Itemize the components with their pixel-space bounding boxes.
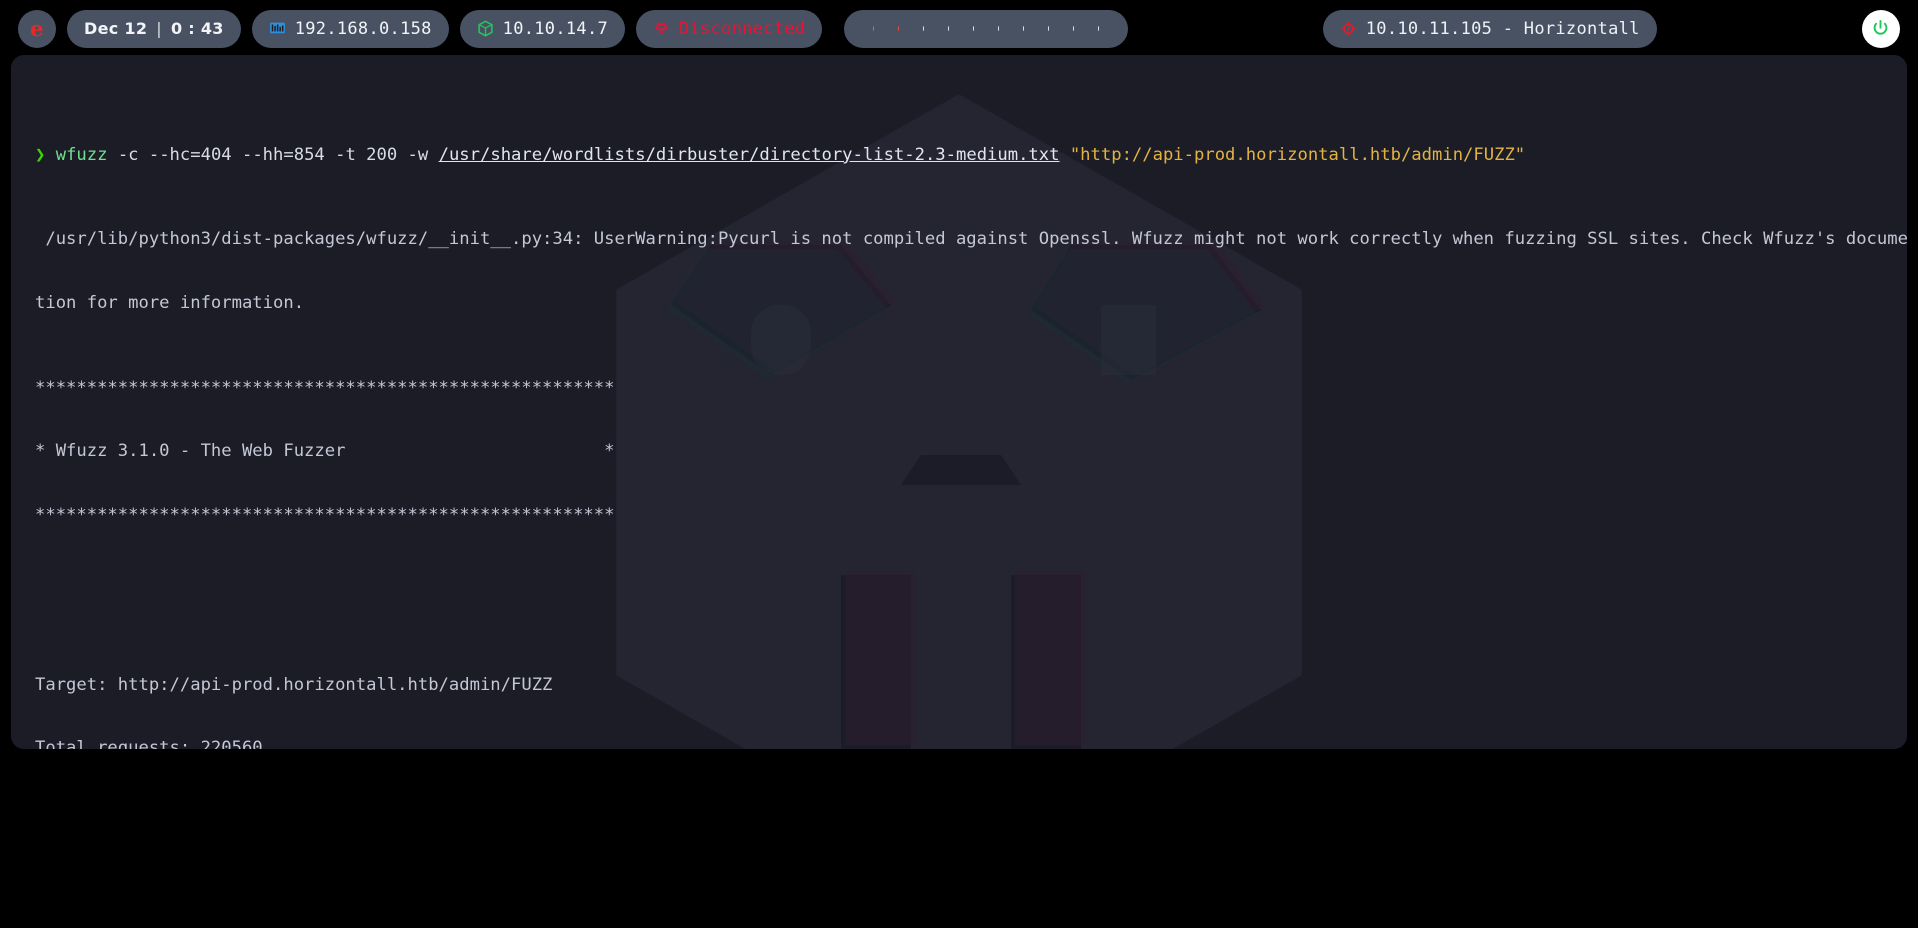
target-machine-label: 10.10.11.105 - Horizontall	[1366, 19, 1640, 39]
workspace-dot-7[interactable]	[1023, 26, 1024, 31]
power-icon	[1871, 19, 1890, 38]
workspace-dot-10[interactable]	[1098, 26, 1099, 31]
command-target-url: "http://api-prod.horizontall.htb/admin/F…	[1059, 145, 1525, 165]
clock-time: 0 : 43	[171, 19, 224, 38]
vpn-ip-label: 10.10.14.7	[503, 19, 608, 39]
warning-line-1: /usr/lib/python3/dist-packages/wfuzz/__i…	[35, 229, 1883, 250]
target-line: Target: http://api-prod.horizontall.htb/…	[35, 675, 1883, 696]
target-machine-widget[interactable]: 10.10.11.105 - Horizontall	[1323, 10, 1657, 48]
clock-separator: |	[147, 19, 171, 38]
plug-icon	[653, 20, 670, 37]
workspace-dot-3[interactable]	[923, 26, 924, 31]
vpn-status-label: Disconnected	[679, 19, 805, 39]
distro-logo-icon: e	[30, 16, 44, 41]
command-flags: -c --hc=404 --hh=854 -t 200 -w	[107, 145, 438, 165]
warning-line-2: tion for more information.	[35, 293, 1883, 314]
workspace-dot-8[interactable]	[1048, 26, 1049, 31]
crosshair-icon	[1340, 20, 1357, 37]
workspace-dot-6[interactable]	[998, 26, 999, 31]
prompt-arrow: ❯	[35, 145, 45, 165]
terminal-output: ❯ wfuzz -c --hc=404 --hh=854 -t 200 -w /…	[11, 55, 1907, 749]
box-icon	[477, 20, 494, 37]
command-line: ❯ wfuzz -c --hc=404 --hh=854 -t 200 -w /…	[35, 145, 1883, 166]
clock-date: Dec 12	[84, 19, 147, 38]
workspace-dot-4[interactable]	[948, 26, 949, 31]
local-ip-label: 192.168.0.158	[295, 19, 432, 39]
workspace-dot-5[interactable]	[973, 26, 974, 31]
vpn-status-widget[interactable]: Disconnected	[636, 10, 822, 48]
clock-widget[interactable]: Dec 12 | 0 : 43	[67, 10, 241, 48]
workspace-dot-2[interactable]	[898, 26, 899, 31]
monitor-icon	[269, 20, 286, 37]
top-status-bar: e Dec 12 | 0 : 43 192.168.0.158	[0, 0, 1918, 57]
vpn-ip-widget[interactable]: 10.10.14.7	[460, 10, 625, 48]
local-ip-widget[interactable]: 192.168.0.158	[252, 10, 449, 48]
power-button[interactable]	[1862, 10, 1900, 48]
command-wordlist-path: /usr/share/wordlists/dirbuster/directory…	[439, 145, 1060, 165]
workspace-dot-9[interactable]	[1073, 26, 1074, 31]
distro-logo-button[interactable]: e	[18, 10, 56, 48]
banner-title: * Wfuzz 3.1.0 - The Web Fuzzer *	[35, 441, 1883, 462]
workspace-switcher[interactable]	[844, 10, 1128, 48]
workspace-dot-1[interactable]	[873, 26, 874, 31]
terminal-window[interactable]: ❯ wfuzz -c --hc=404 --hh=854 -t 200 -w /…	[11, 55, 1907, 749]
banner-rule-top: ****************************************…	[35, 378, 1883, 399]
total-requests-line: Total requests: 220560	[35, 738, 1883, 749]
banner-rule-bottom: ****************************************…	[35, 505, 1883, 526]
command-name: wfuzz	[56, 145, 108, 165]
